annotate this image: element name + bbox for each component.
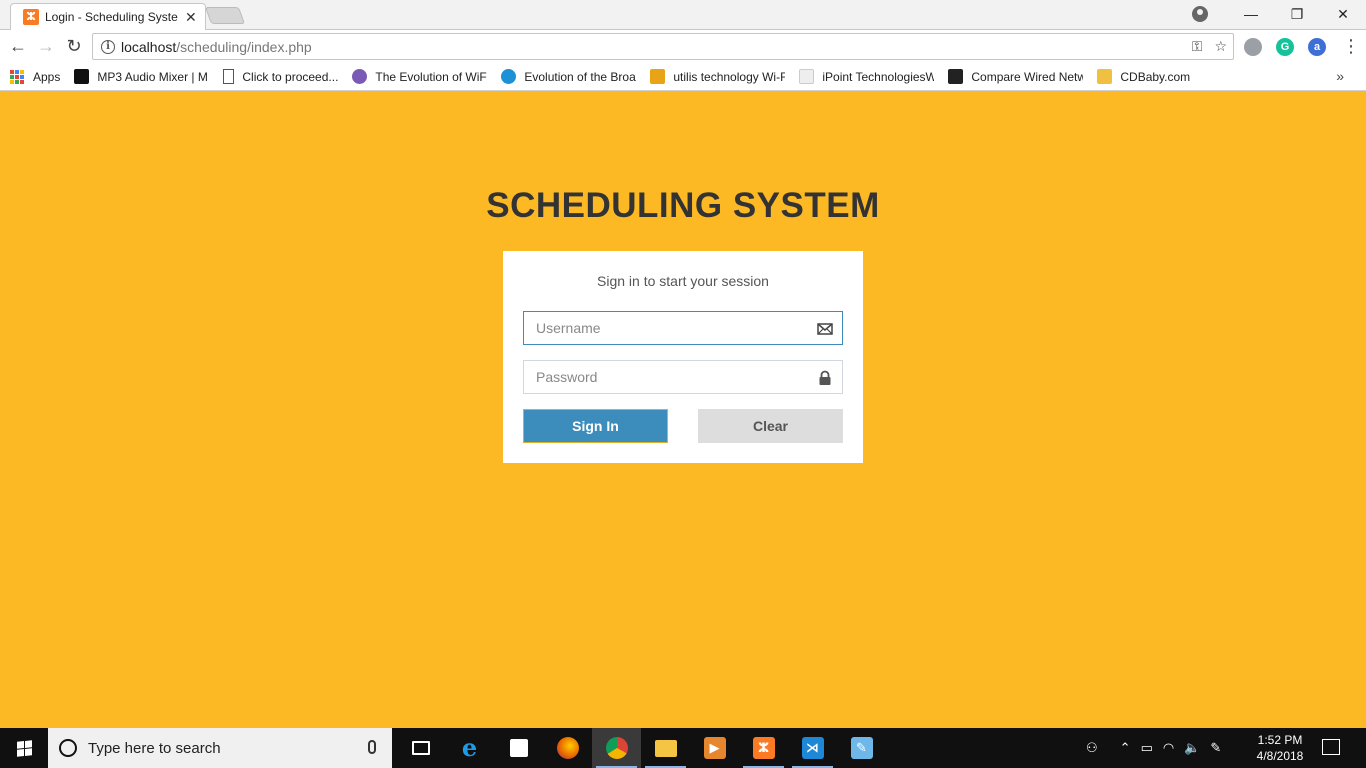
bookmark-item[interactable]: Evolution of the Broa: [501, 69, 636, 84]
xampp-icon: ⵣ: [23, 9, 39, 25]
minimize-button[interactable]: —: [1228, 0, 1274, 28]
close-window-button[interactable]: ✕: [1320, 0, 1366, 28]
apps-grid-icon: [10, 69, 24, 84]
taskbar-store[interactable]: [494, 728, 543, 768]
bookmark-apps[interactable]: Apps: [10, 69, 60, 84]
browser-tab[interactable]: ⵣ Login - Scheduling Syste ✕: [10, 3, 206, 30]
back-button[interactable]: ←: [8, 36, 28, 56]
chevron-up-icon[interactable]: ⌃: [1120, 740, 1131, 756]
g-icon: [948, 69, 964, 84]
taskbar-search-placeholder: Type here to search: [88, 739, 221, 757]
bookmarks-bar: Apps MP3 Audio Mixer | M Click to procee…: [0, 63, 1366, 91]
window-controls: — ❐ ✕: [1228, 0, 1366, 28]
people-icon[interactable]: ⚇: [1086, 740, 1098, 756]
extension-a-icon[interactable]: a: [1308, 38, 1326, 56]
bookmark-item[interactable]: Click to proceed...: [223, 69, 338, 84]
profile-icon[interactable]: [1192, 6, 1208, 22]
site-info-icon[interactable]: i: [101, 39, 115, 54]
tab-title: Login - Scheduling Syste: [45, 10, 178, 24]
bookmark-item[interactable]: MP3 Audio Mixer | M: [74, 69, 209, 84]
taskbar-file-explorer[interactable]: [641, 728, 690, 768]
key-icon[interactable]: ⚿: [1192, 38, 1203, 55]
volume-icon[interactable]: 🔈: [1184, 740, 1200, 756]
forward-button[interactable]: →: [36, 36, 56, 56]
cortana-icon: [59, 739, 77, 757]
visual-studio-code-icon: ⋊: [801, 737, 824, 759]
wifi-icon[interactable]: ◠: [1163, 740, 1174, 756]
chrome-menu-icon[interactable]: ⋮: [1342, 36, 1360, 56]
close-tab-icon[interactable]: ✕: [185, 9, 197, 26]
taskbar: Type here to search e ▶ ⵣ ⋊ ✎ ⚇ ⌃ ▭ ◠ 🔈 …: [0, 728, 1366, 768]
new-tab-button[interactable]: [204, 7, 246, 24]
taskbar-firefox[interactable]: [543, 728, 592, 768]
wifi-icon: [352, 69, 368, 84]
clock[interactable]: 1:52 PM 4/8/2018: [1250, 732, 1310, 764]
more-bookmarks-icon[interactable]: »: [1336, 68, 1344, 84]
edge-icon: e: [461, 733, 478, 762]
task-view-icon: [411, 741, 430, 755]
extension-cube-icon[interactable]: [1244, 38, 1262, 56]
username-input[interactable]: [524, 312, 842, 344]
address-bar[interactable]: i localhost/scheduling/index.php ⚿ ☆: [92, 33, 1234, 60]
password-input[interactable]: [524, 361, 842, 393]
taskbar-xampp[interactable]: ⵣ: [739, 728, 788, 768]
task-view-button[interactable]: [396, 728, 445, 768]
reload-button[interactable]: ↻: [64, 36, 84, 56]
url-path: /scheduling/index.php: [176, 38, 312, 55]
bookmark-item[interactable]: CDBaby.com: [1097, 69, 1190, 84]
grammarly-icon[interactable]: G: [1276, 38, 1294, 56]
browser-toolbar: ← → ↻ i localhost/scheduling/index.php ⚿…: [0, 30, 1366, 63]
globe-icon: [501, 69, 517, 84]
battery-icon[interactable]: ▭: [1141, 740, 1153, 756]
envelope-icon: [817, 323, 833, 335]
bookmark-item[interactable]: iPoint TechnologiesW: [799, 69, 934, 84]
file-explorer-icon: [654, 739, 677, 757]
firefox-icon: [556, 737, 579, 759]
start-button[interactable]: [0, 728, 48, 768]
taskbar-search[interactable]: Type here to search: [48, 728, 392, 768]
taskbar-notepad[interactable]: ✎: [837, 728, 886, 768]
restore-button[interactable]: ❐: [1274, 0, 1320, 28]
lock-icon: [819, 370, 831, 385]
bookmark-star-icon[interactable]: ☆: [1214, 38, 1227, 55]
system-tray: ⚇ ⌃ ▭ ◠ 🔈 ✎: [1086, 728, 1221, 768]
clock-date: 4/8/2018: [1256, 749, 1304, 763]
store-icon: [509, 739, 528, 757]
page-title: SCHEDULING SYSTEM: [486, 186, 880, 225]
bookmark-item[interactable]: Compare Wired Netw: [948, 69, 1083, 84]
microphone-icon[interactable]: [368, 740, 376, 754]
bookmark-item[interactable]: The Evolution of WiFi: [352, 69, 487, 84]
media-player-icon: ▶: [703, 737, 726, 759]
taskbar-media-player[interactable]: ▶: [690, 728, 739, 768]
password-field: [523, 360, 843, 394]
login-box: Sign in to start your session Sign In Cl…: [503, 251, 863, 463]
pen-icon[interactable]: ✎: [1210, 740, 1221, 756]
login-message: Sign in to start your session: [597, 273, 769, 289]
blank-page-icon: [799, 69, 815, 84]
windows-logo-icon: [16, 739, 32, 757]
url-host: localhost: [121, 38, 177, 55]
bookmark-item[interactable]: utilis technology Wi-F: [650, 69, 785, 84]
u-icon: [650, 69, 666, 84]
taskbar-vscode[interactable]: ⋊: [788, 728, 837, 768]
username-field: [523, 311, 843, 345]
clear-button[interactable]: Clear: [698, 409, 843, 443]
clock-time: 1:52 PM: [1257, 733, 1303, 747]
page-icon: [223, 69, 235, 84]
browser-tab-strip: ⵣ Login - Scheduling Syste ✕ — ❐ ✕: [0, 0, 1366, 30]
cdbaby-icon: [1097, 69, 1113, 84]
xampp-icon: ⵣ: [752, 737, 775, 759]
action-center-icon[interactable]: [1322, 739, 1340, 755]
taskbar-chrome[interactable]: [592, 728, 641, 768]
chrome-icon: [605, 737, 628, 759]
audio-icon: [74, 69, 90, 84]
sign-in-button[interactable]: Sign In: [523, 409, 668, 443]
notepad-icon: ✎: [850, 737, 873, 759]
taskbar-apps: e ▶ ⵣ ⋊ ✎: [396, 728, 886, 768]
extensions: G a: [1244, 38, 1326, 56]
taskbar-edge[interactable]: e: [445, 728, 494, 768]
